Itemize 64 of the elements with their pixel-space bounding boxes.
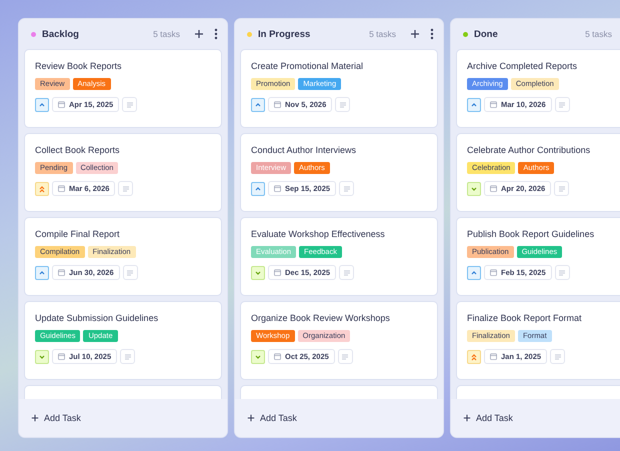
calendar-icon bbox=[58, 269, 65, 276]
calendar-icon bbox=[490, 269, 497, 276]
task-title: Finalize Book Report Format bbox=[467, 312, 583, 324]
task-title: Publish Book Report Guidelines bbox=[467, 228, 596, 240]
add-task-button[interactable]: Add Task bbox=[19, 399, 227, 437]
description-icon[interactable] bbox=[339, 181, 354, 196]
add-task-button[interactable]: Add Task bbox=[451, 399, 620, 437]
calendar-icon bbox=[274, 353, 281, 360]
priority-icon[interactable] bbox=[467, 266, 481, 280]
description-icon[interactable] bbox=[122, 97, 138, 112]
task-count: 5 tasks bbox=[369, 29, 396, 39]
plus-icon bbox=[247, 414, 255, 422]
add-icon[interactable] bbox=[410, 29, 420, 39]
calendar-icon bbox=[274, 101, 281, 108]
calendar-icon bbox=[490, 101, 497, 108]
priority-icon[interactable] bbox=[35, 350, 49, 364]
task-title: Review Book Reports bbox=[35, 60, 123, 72]
task-title: Collect Book Reports bbox=[35, 144, 121, 156]
plus-icon bbox=[31, 414, 39, 422]
column-title: Backlog bbox=[42, 28, 80, 40]
task-title: Organize Book Review Workshops bbox=[251, 312, 391, 324]
description-icon[interactable] bbox=[338, 349, 353, 364]
description-icon[interactable] bbox=[122, 265, 138, 280]
task-title: Archive Completed Reports bbox=[467, 60, 578, 72]
description-icon[interactable] bbox=[339, 265, 354, 280]
description-icon[interactable] bbox=[554, 265, 570, 280]
description-icon[interactable] bbox=[550, 349, 566, 364]
calendar-icon bbox=[274, 185, 281, 192]
priority-icon[interactable] bbox=[467, 182, 481, 196]
priority-icon[interactable] bbox=[467, 350, 481, 364]
description-icon[interactable] bbox=[554, 97, 570, 112]
calendar-icon bbox=[490, 353, 497, 360]
task-title: Evaluate Workshop Effectiveness bbox=[251, 228, 386, 240]
priority-icon[interactable] bbox=[35, 98, 49, 112]
calendar-icon bbox=[58, 353, 65, 360]
calendar-icon bbox=[490, 185, 497, 192]
more-icon[interactable] bbox=[214, 28, 218, 40]
column-title: In Progress bbox=[258, 28, 312, 40]
more-icon[interactable] bbox=[430, 28, 434, 40]
calendar-icon bbox=[58, 101, 65, 108]
description-icon[interactable] bbox=[554, 181, 570, 196]
priority-icon[interactable] bbox=[251, 98, 265, 112]
task-count: 5 tasks bbox=[585, 29, 612, 39]
task-title: Conduct Author Interviews bbox=[251, 144, 358, 156]
task-count: 5 tasks bbox=[153, 29, 180, 39]
task-title: Celebrate Author Contributions bbox=[467, 144, 592, 156]
plus-icon bbox=[463, 414, 471, 422]
add-icon[interactable] bbox=[194, 29, 204, 39]
task-title: Update Submission Guidelines bbox=[35, 312, 160, 324]
calendar-icon bbox=[274, 269, 281, 276]
priority-icon[interactable] bbox=[251, 350, 265, 364]
priority-icon[interactable] bbox=[467, 98, 481, 112]
priority-icon[interactable] bbox=[251, 266, 265, 280]
task-title: Compile Final Report bbox=[35, 228, 121, 240]
priority-icon[interactable] bbox=[251, 182, 265, 196]
column-title: Done bbox=[474, 28, 499, 40]
priority-icon[interactable] bbox=[35, 182, 49, 196]
description-icon[interactable] bbox=[118, 181, 134, 196]
description-icon[interactable] bbox=[120, 349, 136, 364]
priority-icon[interactable] bbox=[35, 266, 49, 280]
add-task-button[interactable]: Add Task bbox=[235, 399, 443, 437]
task-title: Create Promotional Material bbox=[251, 60, 364, 72]
description-icon[interactable] bbox=[335, 97, 350, 112]
calendar-icon bbox=[58, 185, 65, 192]
